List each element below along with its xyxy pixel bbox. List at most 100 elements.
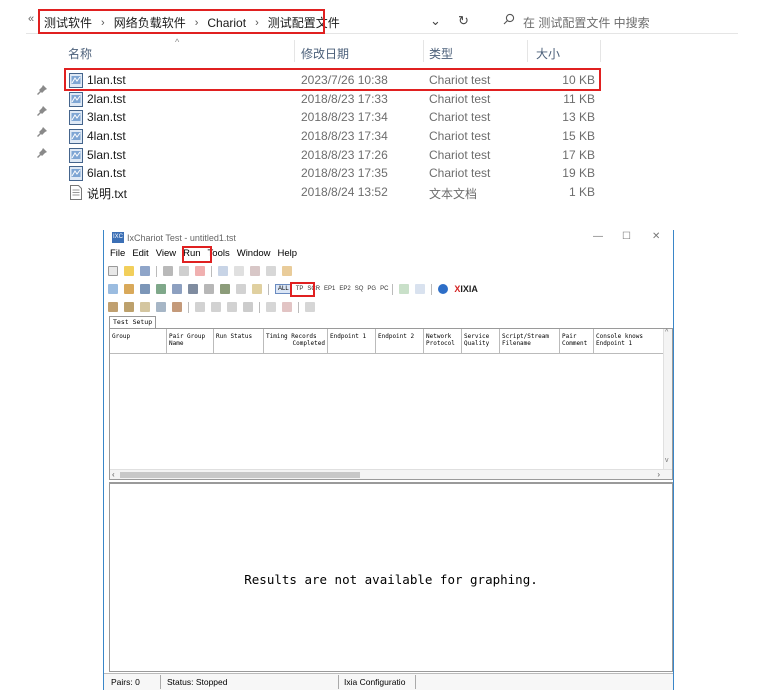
vertical-scrollbar[interactable]: ^ v bbox=[663, 329, 672, 470]
column-divider[interactable] bbox=[527, 40, 528, 62]
ep1-button[interactable]: EP1 bbox=[324, 286, 335, 292]
pin-icon[interactable] bbox=[36, 84, 48, 96]
refresh-icon[interactable]: ↻ bbox=[458, 13, 469, 29]
pin-icon[interactable] bbox=[36, 105, 48, 117]
merge-icon[interactable] bbox=[282, 302, 292, 312]
tab-test-setup[interactable]: Test Setup bbox=[109, 316, 157, 328]
grid-column-header[interactable]: Console knows Endpoint 1 bbox=[594, 329, 652, 353]
column-divider[interactable] bbox=[423, 40, 424, 62]
pair-grid[interactable]: Group Pair Group Name Run Status Timing R… bbox=[109, 328, 673, 480]
column-header-name[interactable]: 名称 bbox=[68, 45, 92, 62]
scroll-left-icon[interactable]: ‹ bbox=[112, 470, 115, 480]
file-row[interactable]: 3lan.tst 2018/8/23 17:34 Chariot test 13… bbox=[66, 108, 600, 127]
add-pair-icon[interactable] bbox=[108, 284, 118, 294]
column-divider[interactable] bbox=[294, 40, 295, 62]
grid-column-header[interactable]: Run Status bbox=[214, 329, 264, 353]
horizontal-scrollbar[interactable]: ‹ › bbox=[110, 469, 672, 479]
grid-column-header[interactable]: Pair Group Name bbox=[167, 329, 214, 353]
ungroup-icon[interactable] bbox=[172, 284, 182, 294]
window-title: IxChariot Test - untitled1.tst bbox=[127, 233, 236, 243]
sq-button[interactable]: SQ bbox=[355, 286, 364, 292]
grid-column-header[interactable]: Endpoint 1 bbox=[328, 329, 376, 353]
pin-icon[interactable] bbox=[36, 147, 48, 159]
scroll-down-icon[interactable]: v bbox=[665, 457, 669, 464]
replicate-icon[interactable] bbox=[188, 284, 198, 294]
pg-button[interactable]: PG bbox=[367, 286, 376, 292]
script-icon[interactable] bbox=[204, 284, 214, 294]
paste-icon[interactable] bbox=[250, 266, 260, 276]
print-icon[interactable] bbox=[163, 266, 173, 276]
grid-column-header[interactable]: Network Protocol bbox=[424, 329, 462, 353]
grid-column-header[interactable]: Endpoint 2 bbox=[376, 329, 424, 353]
refresh-icon[interactable] bbox=[305, 302, 315, 312]
minimize-icon[interactable]: — bbox=[593, 231, 603, 242]
cut-icon[interactable] bbox=[179, 266, 189, 276]
menu-file[interactable]: File bbox=[110, 248, 125, 262]
maximize-icon[interactable]: ☐ bbox=[622, 231, 631, 242]
save-icon[interactable] bbox=[140, 266, 150, 276]
graph-icon[interactable] bbox=[236, 284, 246, 294]
new-icon[interactable] bbox=[108, 266, 118, 276]
split-icon[interactable] bbox=[266, 302, 276, 312]
replace-icon[interactable] bbox=[282, 266, 292, 276]
status-divider bbox=[338, 675, 339, 689]
chariot-file-icon bbox=[69, 148, 83, 163]
pin-icon[interactable] bbox=[36, 126, 48, 138]
scroll-up-icon[interactable]: ^ bbox=[665, 329, 668, 336]
grid-column-header[interactable]: Group bbox=[110, 329, 167, 353]
group-icon[interactable] bbox=[156, 284, 166, 294]
close-icon[interactable]: ✕ bbox=[652, 231, 660, 242]
overflow-chevron-icon[interactable]: « bbox=[28, 13, 34, 25]
properties-icon[interactable] bbox=[218, 266, 228, 276]
menu-help[interactable]: Help bbox=[278, 248, 298, 262]
file-size: 11 KB bbox=[563, 92, 595, 106]
find-icon[interactable] bbox=[266, 266, 276, 276]
filter-icon[interactable] bbox=[252, 284, 262, 294]
file-row[interactable]: 2lan.tst 2018/8/23 17:33 Chariot test 11… bbox=[66, 90, 600, 109]
column-divider[interactable] bbox=[600, 40, 601, 62]
column-header-modified[interactable]: 修改日期 bbox=[301, 45, 349, 62]
hardware-icon[interactable] bbox=[172, 302, 182, 312]
menu-edit[interactable]: Edit bbox=[132, 248, 148, 262]
header-line-2: Group bbox=[112, 333, 131, 340]
stop-icon[interactable] bbox=[195, 266, 205, 276]
title-bar[interactable]: IXC IxChariot Test - untitled1.tst — ☐ ✕ bbox=[104, 230, 673, 247]
endpoint-edit-icon[interactable] bbox=[124, 302, 134, 312]
scrollbar-thumb[interactable] bbox=[120, 472, 360, 478]
layout-icon[interactable] bbox=[195, 302, 205, 312]
grid-column-header[interactable]: Service Quality bbox=[462, 329, 500, 353]
grid-column-header[interactable]: Timing Records Completed bbox=[264, 329, 328, 353]
pc-button[interactable]: PC bbox=[380, 286, 388, 292]
open-icon[interactable] bbox=[124, 266, 134, 276]
ep2-button[interactable]: EP2 bbox=[339, 286, 350, 292]
endpoint-icon[interactable] bbox=[108, 302, 118, 312]
options-icon[interactable] bbox=[220, 284, 230, 294]
view-icon[interactable] bbox=[399, 284, 410, 294]
column-header-size[interactable]: 大小 bbox=[536, 45, 560, 62]
file-row[interactable]: 5lan.tst 2018/8/23 17:26 Chariot test 17… bbox=[66, 146, 600, 165]
header-line-2: Endpoint 2 bbox=[378, 333, 415, 340]
scroll-right-icon[interactable]: › bbox=[657, 470, 660, 480]
chevron-down-icon[interactable]: ⌄ bbox=[430, 13, 441, 29]
add-multicast-icon[interactable] bbox=[124, 284, 134, 294]
file-name: 6lan.tst bbox=[87, 166, 126, 180]
info-icon[interactable] bbox=[438, 284, 449, 294]
file-row[interactable]: 4lan.tst 2018/8/23 17:34 Chariot test 15… bbox=[66, 127, 600, 146]
layout-2-icon[interactable] bbox=[211, 302, 221, 312]
chariot-file-icon bbox=[69, 129, 83, 144]
status-divider bbox=[160, 675, 161, 689]
edit-pair-icon[interactable] bbox=[140, 284, 150, 294]
grid-column-header[interactable]: Script/Stream Filename bbox=[500, 329, 560, 353]
layout-4-icon[interactable] bbox=[243, 302, 253, 312]
swap-icon[interactable] bbox=[156, 302, 166, 312]
report-icon[interactable] bbox=[415, 284, 426, 294]
layout-3-icon[interactable] bbox=[227, 302, 237, 312]
file-row[interactable]: 说明.txt 2018/8/24 13:52 文本文档 1 KB bbox=[66, 183, 600, 202]
column-header-type[interactable]: 类型 bbox=[429, 45, 453, 62]
endpoint-delete-icon[interactable] bbox=[140, 302, 150, 312]
grid-column-header[interactable]: Pair Comment bbox=[560, 329, 594, 353]
copy-icon[interactable] bbox=[234, 266, 244, 276]
menu-view[interactable]: View bbox=[156, 248, 176, 262]
menu-window[interactable]: Window bbox=[237, 248, 271, 262]
file-row[interactable]: 6lan.tst 2018/8/23 17:35 Chariot test 19… bbox=[66, 164, 600, 183]
